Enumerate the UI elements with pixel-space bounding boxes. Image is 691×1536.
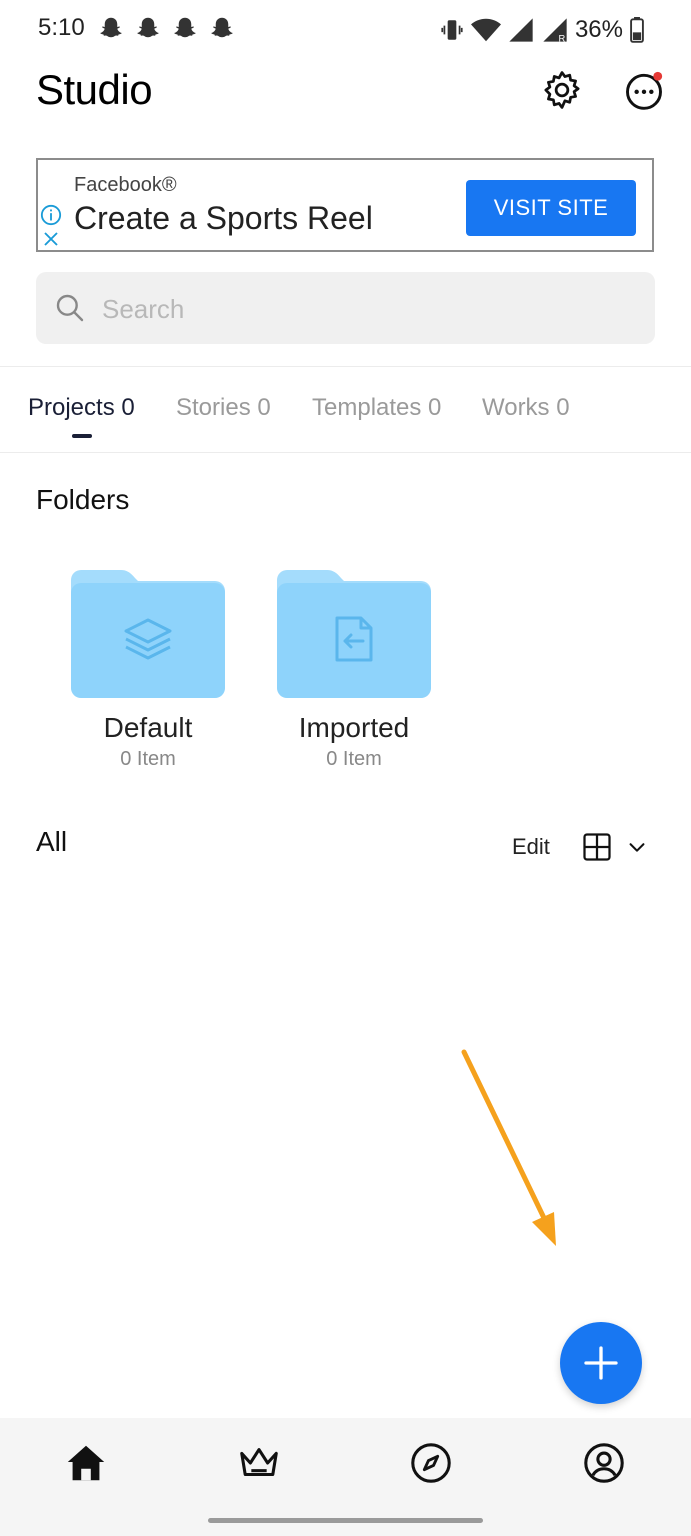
plus-icon (584, 1346, 618, 1380)
snapchat-icon (211, 17, 233, 38)
gesture-bar[interactable] (208, 1518, 483, 1523)
divider (0, 366, 691, 367)
ad-banner[interactable]: Facebook® Create a Sports Reel VISIT SIT… (36, 158, 654, 252)
compass-icon[interactable] (408, 1440, 454, 1486)
divider (0, 452, 691, 453)
tab-projects[interactable]: Projects 0 (28, 394, 135, 422)
folders-heading: Folders (36, 484, 130, 515)
search-input[interactable] (100, 272, 624, 346)
close-icon[interactable] (42, 230, 60, 248)
create-project-button[interactable] (560, 1322, 642, 1404)
tab-templates[interactable]: Templates 0 (312, 394, 441, 422)
search-icon (56, 294, 84, 322)
folder-name: Default (103, 712, 193, 743)
edit-button[interactable]: Edit (512, 834, 550, 860)
snapchat-icon (100, 17, 122, 38)
chevron-down-icon[interactable] (626, 836, 648, 858)
battery-icon (630, 17, 644, 43)
snapchat-icon (174, 17, 196, 38)
grid-view-icon[interactable] (582, 832, 612, 862)
svg-text:R: R (558, 34, 565, 44)
gear-icon[interactable] (540, 68, 584, 112)
signal-icon (509, 18, 533, 42)
folder-imported[interactable] (277, 570, 431, 698)
info-icon[interactable] (40, 204, 62, 226)
visit-site-button[interactable]: VISIT SITE (466, 180, 636, 236)
more-options-icon[interactable] (622, 68, 666, 112)
folder-name: Imported (298, 712, 410, 743)
folder-default[interactable] (71, 570, 225, 698)
snapchat-icon (137, 17, 159, 38)
page-title: Studio (36, 66, 153, 113)
all-heading: All (36, 826, 68, 857)
profile-icon[interactable] (581, 1440, 627, 1486)
battery-percent: 36% (574, 16, 623, 43)
notification-dot (653, 71, 663, 81)
crown-icon[interactable] (236, 1440, 282, 1486)
folder-item-count: 0 Item (120, 748, 176, 770)
ad-source: Facebook® (74, 174, 177, 196)
status-time: 5:10 (38, 14, 85, 41)
vibrate-icon (441, 20, 463, 40)
wifi-icon (470, 18, 501, 42)
search-bar[interactable] (36, 272, 655, 346)
home-icon[interactable] (63, 1440, 109, 1486)
active-tab-indicator (72, 434, 92, 438)
signal-roaming-icon: R (543, 18, 567, 44)
tab-stories[interactable]: Stories 0 (176, 394, 271, 422)
folder-item-count: 0 Item (326, 748, 382, 770)
arrow-annotation (461, 1049, 556, 1246)
ad-headline[interactable]: Create a Sports Reel (74, 200, 373, 237)
status-icons: R 36% (439, 10, 645, 50)
tab-works[interactable]: Works 0 (482, 394, 570, 422)
